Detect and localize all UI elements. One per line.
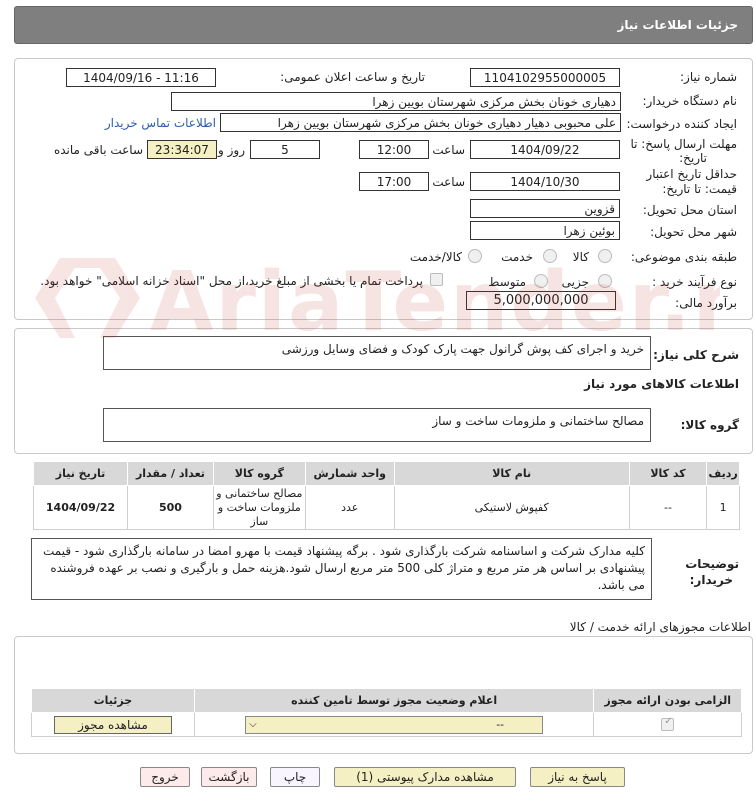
goods-group-label: گروه کالا: xyxy=(680,418,739,432)
col-unit: واحد شمارش xyxy=(304,461,395,486)
need-number-label: شماره نیاز: xyxy=(680,70,737,84)
page-header: جزئیات اطلاعات نیاز xyxy=(14,6,753,44)
deadline-label-2: تاریخ: xyxy=(679,151,707,165)
buyer-org-field: دهیاری خونان بخش مرکزی شهرستان بویین زهر… xyxy=(171,92,621,111)
description-textarea: خرید و اجرای کف پوش گرانول جهت پارک کودک… xyxy=(103,336,651,370)
exit-button[interactable]: خروج xyxy=(140,767,190,787)
cell-unit: عدد xyxy=(304,485,395,530)
category-goods-label: کالا xyxy=(572,250,589,264)
goods-table-header: ردیف کد کالا نام کالا واحد شمارش گروه کا… xyxy=(32,461,740,486)
cell-group: مصالح ساختمانی و ملزومات ساخت و ساز xyxy=(212,485,306,530)
buyer-notes-label-2: خریدار: xyxy=(689,573,733,587)
col-date: تاریخ نیاز xyxy=(32,461,129,486)
validity-time-field: 17:00 xyxy=(359,172,429,191)
remaining-label: ساعت باقی مانده xyxy=(53,143,143,157)
col-group: گروه کالا xyxy=(212,461,306,486)
goods-section-title: اطلاعات کالاهای مورد نیاز xyxy=(584,377,739,391)
print-button[interactable]: چاپ xyxy=(270,767,320,787)
chevron-down-icon: ⌵ xyxy=(249,718,257,730)
permit-status-value: -- xyxy=(496,717,505,731)
col-qty: تعداد / مقدار xyxy=(127,461,214,486)
city-label: شهر محل تحویل: xyxy=(650,225,737,239)
permits-table-header: الزامی بودن ارائه مجوز اعلام وضعیت مجوز … xyxy=(31,688,742,713)
permits-section-title: اطلاعات مجوزهای ارائه خدمت / کالا xyxy=(569,620,751,634)
days-field: 5 xyxy=(250,140,320,159)
permits-col-status: اعلام وضعیت مجوز توسط تامین کننده xyxy=(193,688,595,713)
buyer-notes-label: توضیحات xyxy=(685,557,739,571)
validity-label-2: قیمت: تا تاریخ: xyxy=(662,182,737,196)
permits-col-details: جزئیات xyxy=(31,688,195,713)
col-row: ردیف xyxy=(706,461,740,486)
buyer-notes-textarea: کلیه مدارک شرکت و اساسنامه شرکت بارگذاری… xyxy=(31,538,652,600)
need-number-field: 1104102955000005 xyxy=(470,68,620,87)
payment-note: پرداخت تمام یا بخشی از مبلغ خرید،از محل … xyxy=(40,274,423,288)
budget-label: برآورد مالی: xyxy=(675,296,737,310)
page-title: جزئیات اطلاعات نیاز xyxy=(617,18,738,32)
validity-date-field: 1404/10/30 xyxy=(470,172,620,191)
permits-status-cell: ⌵ -- xyxy=(193,712,595,737)
remaining-time-field: 23:34:07 xyxy=(147,140,217,159)
process-radio-medium[interactable] xyxy=(534,274,548,288)
deadline-time-field: 12:00 xyxy=(359,140,429,159)
table-row: ✓ ⌵ -- مشاهده مجوز xyxy=(31,712,742,737)
permits-required-cell: ✓ xyxy=(593,712,742,737)
goods-table: ردیف کد کالا نام کالا واحد شمارش گروه کا… xyxy=(32,461,740,530)
permits-table: الزامی بودن ارائه مجوز اعلام وضعیت مجوز … xyxy=(31,688,742,737)
process-label: نوع فرآیند خرید : xyxy=(652,275,737,289)
days-label: روز و xyxy=(218,143,245,157)
category-service-label: خدمت xyxy=(501,250,533,264)
category-radio-goods[interactable] xyxy=(598,249,612,263)
col-code: کد کالا xyxy=(628,461,708,486)
province-field: قزوین xyxy=(470,199,620,218)
process-medium-label: متوسط xyxy=(488,275,526,289)
category-both-label: کالا/خدمت xyxy=(409,250,462,264)
process-minor-label: جزیی xyxy=(561,275,589,289)
deadline-time-label: ساعت xyxy=(432,143,465,157)
city-field: بوئین زهرا xyxy=(470,221,620,240)
check-icon: ✓ xyxy=(664,716,673,728)
description-label: شرح کلی نیاز: xyxy=(653,348,739,362)
category-label: طبقه بندی موضوعی: xyxy=(630,250,737,264)
cell-date: 1404/09/22 xyxy=(32,485,129,530)
validity-time-label: ساعت xyxy=(432,175,465,189)
view-permit-button[interactable]: مشاهده مجوز xyxy=(53,715,172,734)
goods-group-textarea: مصالح ساختمانی و ملزومات ساخت و ساز xyxy=(103,408,651,442)
cell-name: کفپوش لاستیکی xyxy=(393,485,630,530)
treasury-checkbox[interactable] xyxy=(430,273,443,286)
attachments-button[interactable]: مشاهده مدارک پیوستی (1) xyxy=(334,767,516,787)
required-checkbox: ✓ xyxy=(661,716,675,732)
process-radio-minor[interactable] xyxy=(598,274,612,288)
province-label: استان محل تحویل: xyxy=(642,203,737,217)
deadline-label: مهلت ارسال پاسخ: تا xyxy=(630,137,737,151)
category-radio-both[interactable] xyxy=(468,249,482,263)
cell-qty: 500 xyxy=(127,485,214,530)
deadline-date-field: 1404/09/22 xyxy=(470,140,620,159)
contact-buyer-link[interactable]: اطلاعات تماس خریدار xyxy=(105,116,216,130)
validity-label: حداقل تاریخ اعتبار xyxy=(646,167,737,181)
permits-col-required: الزامی بودن ارائه مجوز xyxy=(593,688,742,713)
back-button[interactable]: بازگشت xyxy=(201,767,257,787)
permits-details-cell: مشاهده مجوز xyxy=(31,712,195,737)
permit-status-select[interactable]: ⌵ -- xyxy=(245,715,544,734)
cell-code: -- xyxy=(628,485,708,530)
budget-field: 5,000,000,000 xyxy=(466,291,616,310)
category-radio-service[interactable] xyxy=(543,249,557,263)
buyer-org-label: نام دستگاه خریدار: xyxy=(642,94,738,108)
creator-field: علی محبوبی دهیار دهیاری خونان بخش مرکزی … xyxy=(220,113,621,132)
announce-field: 1404/09/16 - 11:16 xyxy=(66,68,216,87)
announce-label: تاریخ و ساعت اعلان عمومی: xyxy=(280,70,425,84)
table-row: 1 -- کفپوش لاستیکی عدد مصالح ساختمانی و … xyxy=(32,485,740,530)
cell-row: 1 xyxy=(706,485,740,530)
col-name: نام کالا xyxy=(393,461,630,486)
reply-button[interactable]: پاسخ به نیاز xyxy=(530,767,625,787)
creator-label: ایجاد کننده درخواست: xyxy=(626,117,737,131)
